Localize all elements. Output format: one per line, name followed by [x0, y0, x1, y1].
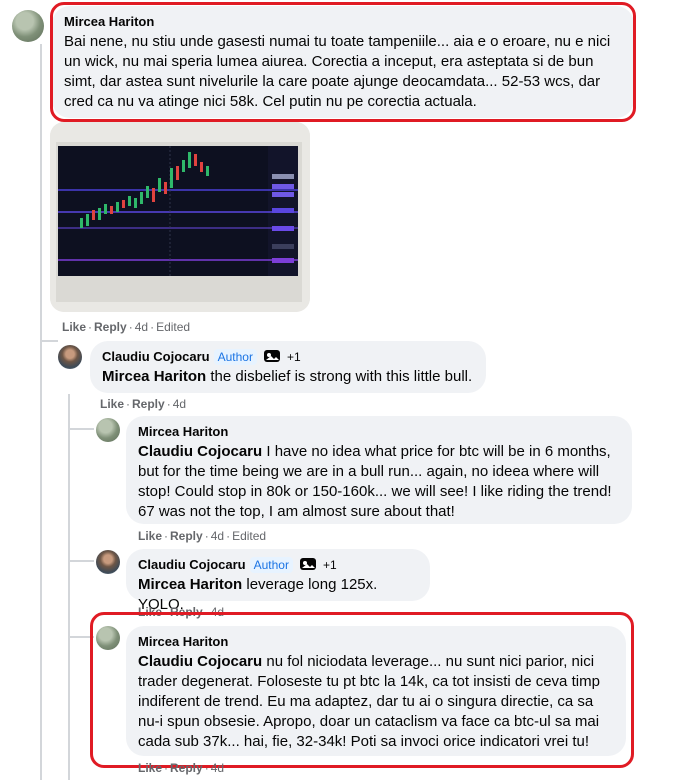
comment-text: Mircea Hariton the disbelief is strong w… — [102, 367, 474, 387]
comment-author[interactable]: Mircea Hariton — [138, 424, 620, 440]
avatar[interactable] — [58, 345, 82, 369]
top-fan-badge-icon — [299, 558, 316, 570]
like-button[interactable]: Like — [138, 761, 162, 775]
like-button[interactable]: Like — [62, 320, 86, 334]
thread-line — [68, 394, 70, 780]
timestamp[interactable]: 4d — [211, 761, 224, 775]
author-badge: Author — [213, 349, 257, 365]
comment-text: Claudiu Cojocaru I have no idea what pri… — [138, 442, 620, 522]
comment-author[interactable]: Claudiu Cojocaru — [138, 557, 246, 572]
highlight-box — [90, 612, 634, 768]
timestamp[interactable]: 4d — [211, 529, 224, 543]
avatar[interactable] — [96, 418, 120, 442]
comment-bubble: Mircea Hariton Claudiu Cojocaru I have n… — [126, 416, 632, 524]
badge-count[interactable]: +1 — [323, 558, 337, 572]
like-button[interactable]: Like — [138, 529, 162, 543]
comment-actions: Like · Reply · 4d — [100, 397, 187, 411]
timestamp[interactable]: 4d — [135, 320, 148, 334]
edited-label: Edited — [232, 529, 267, 543]
thread-line — [40, 44, 42, 780]
edited-label: Edited — [156, 320, 191, 334]
top-fan-badge-icon — [263, 350, 280, 362]
comment-actions: Like · Reply · 4d — [138, 761, 225, 775]
thread-line — [68, 560, 94, 562]
reply-button[interactable]: Reply — [94, 320, 127, 334]
highlight-box — [50, 2, 636, 122]
avatar[interactable] — [12, 10, 44, 42]
thread-line — [40, 340, 58, 342]
mention-link[interactable]: Mircea Hariton — [102, 368, 206, 385]
comment-author[interactable]: Claudiu Cojocaru — [102, 349, 210, 364]
thread-line — [68, 428, 94, 430]
comment-actions: Like · Reply · 4d · Edited — [62, 320, 191, 334]
mention-link[interactable]: Claudiu Cojocaru — [138, 443, 262, 460]
chart-image-graphic — [50, 122, 310, 312]
comment-body: the disbelief is strong with this little… — [206, 368, 473, 385]
comment-bubble: Claudiu Cojocaru Author +1 Mircea Hariton … — [126, 549, 430, 613]
reply-button[interactable]: Reply — [132, 397, 165, 411]
comment-bubble: Claudiu Cojocaru Author +1 Mircea Hariton … — [90, 341, 486, 393]
badge-count[interactable]: +1 — [287, 350, 301, 364]
avatar[interactable] — [96, 550, 120, 574]
reply-button[interactable]: Reply — [170, 761, 203, 775]
timestamp[interactable]: 4d — [173, 397, 186, 411]
author-badge: Author — [249, 557, 293, 573]
reply-button[interactable]: Reply — [170, 529, 203, 543]
mention-link[interactable]: Mircea Hariton — [138, 576, 242, 593]
like-button[interactable]: Like — [100, 397, 124, 411]
comment-actions: Like · Reply · 4d · Edited — [138, 529, 267, 543]
chart-image[interactable] — [50, 122, 310, 312]
